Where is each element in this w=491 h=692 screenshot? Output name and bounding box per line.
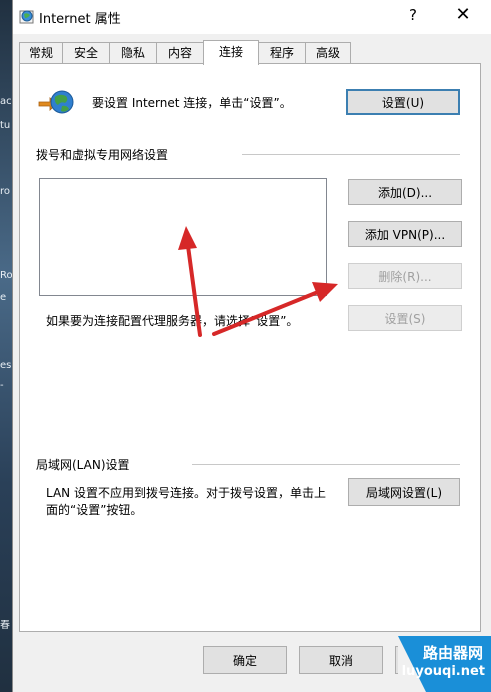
tab-content[interactable]: 内容 [156,42,204,63]
connections-listbox[interactable] [39,178,327,296]
cancel-button[interactable]: 取消 [299,646,383,674]
tab-security[interactable]: 安全 [62,42,110,63]
internet-properties-dialog: Internet 属性 ? ✕ 常规 安全 隐私 内容 连接 程序 高级 要设置… [12,0,491,692]
lan-section-label: 局域网(LAN)设置 [36,456,130,473]
globe-connection-icon [38,90,74,114]
desktop-fragment: - [0,380,4,391]
section-divider [242,154,460,155]
add-button[interactable]: 添加(D)... [348,179,462,205]
vpn-section-label: 拨号和虚拟专用网络设置 [36,146,169,163]
tab-connections[interactable]: 连接 [203,40,259,65]
tab-advanced[interactable]: 高级 [305,42,351,63]
desktop-fragment: ro [0,186,11,197]
window-title: Internet 属性 [39,12,121,27]
tab-strip: 常规 安全 隐私 内容 连接 程序 高级 [13,40,491,65]
tab-privacy[interactable]: 隐私 [109,42,157,63]
desktop-fragment: es [0,360,12,371]
connection-settings-button[interactable]: 设置(S) [348,305,462,331]
watermark-badge: 路由器网 luyouqi.net [398,636,491,692]
watermark-cn: 路由器网 [422,644,483,662]
desktop-fragment: 春 [0,620,10,631]
title-bar[interactable]: Internet 属性 ? ✕ [13,0,491,34]
lan-settings-button[interactable]: 局域网设置(L) [348,478,460,506]
desktop-fragment: Ro [0,270,12,281]
watermark-url: luyouqi.net [401,664,485,679]
ok-button[interactable]: 确定 [203,646,287,674]
desktop-background: ac tu ro Ro e es - 春 [0,0,12,692]
setup-instructions: 要设置 Internet 连接，单击“设置”。 [92,96,292,110]
remove-button[interactable]: 删除(R)... [348,263,462,289]
tab-programs[interactable]: 程序 [258,42,306,63]
proxy-hint: 如果要为连接配置代理服务器，请选择“设置”。 [46,314,299,328]
setup-button[interactable]: 设置(U) [346,89,460,115]
desktop-fragment: tu [0,120,11,131]
desktop-fragment: e [0,292,7,303]
connections-panel: 要设置 Internet 连接，单击“设置”。 设置(U) 拨号和虚拟专用网络设… [19,63,481,632]
add-vpn-button[interactable]: 添加 VPN(P)... [348,221,462,247]
close-button[interactable]: ✕ [449,4,477,25]
section-divider [192,464,460,465]
tab-general[interactable]: 常规 [19,42,63,63]
desktop-fragment: ac [0,96,12,107]
help-button[interactable]: ? [401,6,425,24]
internet-options-icon [19,10,34,24]
lan-description: LAN 设置不应用到拨号连接。对于拨号设置，单击上面的“设置”按钮。 [46,486,326,517]
